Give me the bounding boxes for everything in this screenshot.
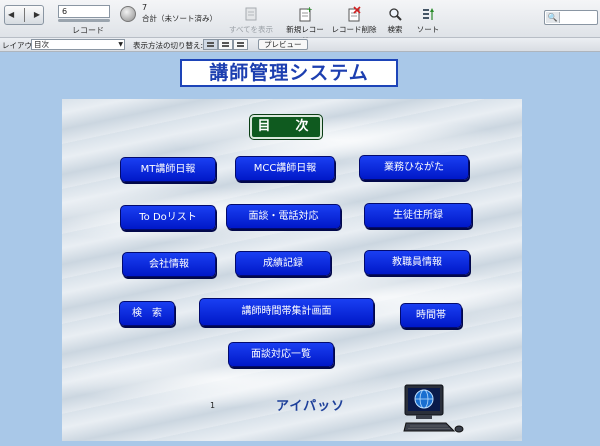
sort-button[interactable]: ソート — [414, 6, 442, 35]
chevron-down-icon: ▼ — [118, 41, 123, 48]
previous-record-icon[interactable]: ◀ — [8, 11, 14, 19]
layout-value: 目次 — [34, 40, 49, 49]
table-view-icon — [237, 42, 244, 44]
total-count: 7 — [142, 3, 148, 12]
interview-phone-button[interactable]: 面談・電話対応 — [226, 204, 341, 229]
grade-record-button[interactable]: 成績記録 — [235, 251, 331, 276]
layout-bar: レイアウト: 目次 ▼ 表示方法の切り替え: プレビュー — [0, 38, 600, 52]
show-all-button[interactable]: すべてを表示 — [226, 6, 276, 35]
new-record-icon: + — [299, 6, 312, 22]
company-name: アイパッソ — [276, 399, 346, 414]
timeslot-button[interactable]: 時間帯 — [400, 303, 462, 328]
show-all-label: すべてを表示 — [228, 25, 274, 34]
total-caption: 合計（未ソート済み） — [142, 14, 217, 23]
mcc-daily-report-button[interactable]: MCC講師日報 — [235, 156, 335, 181]
company-info-button[interactable]: 会社情報 — [122, 252, 216, 277]
delete-record-label: レコード削除 — [331, 25, 377, 34]
search-button[interactable]: 検 索 — [119, 301, 175, 326]
form-view-icon-line — [207, 45, 214, 47]
list-view-icon-line — [222, 45, 229, 47]
view-as-table-button[interactable] — [233, 39, 248, 50]
search-icon — [389, 8, 402, 21]
view-as-form-button[interactable] — [203, 39, 218, 50]
todo-list-button[interactable]: To Doリスト — [120, 205, 216, 230]
delete-record-button[interactable]: レコード削除 — [331, 6, 377, 35]
page-number: 1 — [210, 401, 216, 410]
preview-button[interactable]: プレビュー — [258, 39, 308, 50]
view-as-label: 表示方法の切り替え: — [133, 41, 204, 50]
computer-globe-icon — [403, 384, 464, 433]
business-template-button[interactable]: 業務ひながた — [359, 155, 469, 180]
form-view-icon — [207, 42, 214, 44]
layout-select[interactable]: 目次 ▼ — [31, 39, 125, 50]
page-title: 講師管理システム — [180, 59, 398, 87]
pie-icon — [120, 6, 136, 22]
menu-panel: 目 次 MT講師日報 MCC講師日報 業務ひながた To Doリスト 面談・電話… — [62, 99, 522, 441]
delete-record-icon — [348, 6, 361, 22]
search-mode-button[interactable]: 検索 — [382, 6, 408, 35]
record-book-navigator[interactable]: ◀ ▶ — [4, 5, 44, 25]
index-badge: 目 次 — [249, 114, 323, 140]
interview-list-button[interactable]: 面談対応一覧 — [228, 342, 334, 367]
search-field-icon[interactable]: 🔍 — [546, 12, 560, 23]
list-view-icon — [222, 42, 229, 44]
view-as-list-button[interactable] — [218, 39, 233, 50]
svg-text:+: + — [306, 6, 312, 14]
sort-icon — [423, 8, 434, 20]
staff-info-button[interactable]: 教職員情報 — [364, 250, 470, 275]
show-all-icon — [245, 7, 257, 21]
status-toolbar: ◀ ▶ 6 レコード 7 合計（未ソート済み） すべてを表示 + 新規レコード … — [0, 0, 600, 45]
instructor-timeslot-summary-button[interactable]: 講師時間帯集計画面 — [199, 298, 374, 326]
mt-daily-report-button[interactable]: MT講師日報 — [120, 157, 216, 182]
next-record-icon[interactable]: ▶ — [34, 11, 40, 19]
quick-search-input[interactable]: 🔍 — [544, 10, 598, 25]
search-label: 検索 — [387, 25, 403, 34]
student-address-button[interactable]: 生徒住所録 — [364, 203, 472, 228]
book-spine — [23, 8, 25, 22]
record-caption: レコード — [72, 26, 104, 35]
table-view-icon-line — [237, 45, 244, 47]
record-number-field[interactable]: 6 — [58, 5, 110, 18]
record-slider[interactable] — [58, 19, 110, 22]
layout-content: 講師管理システム 目 次 MT講師日報 MCC講師日報 業務ひながた To Do… — [0, 53, 600, 446]
sort-label: ソート — [416, 25, 440, 34]
